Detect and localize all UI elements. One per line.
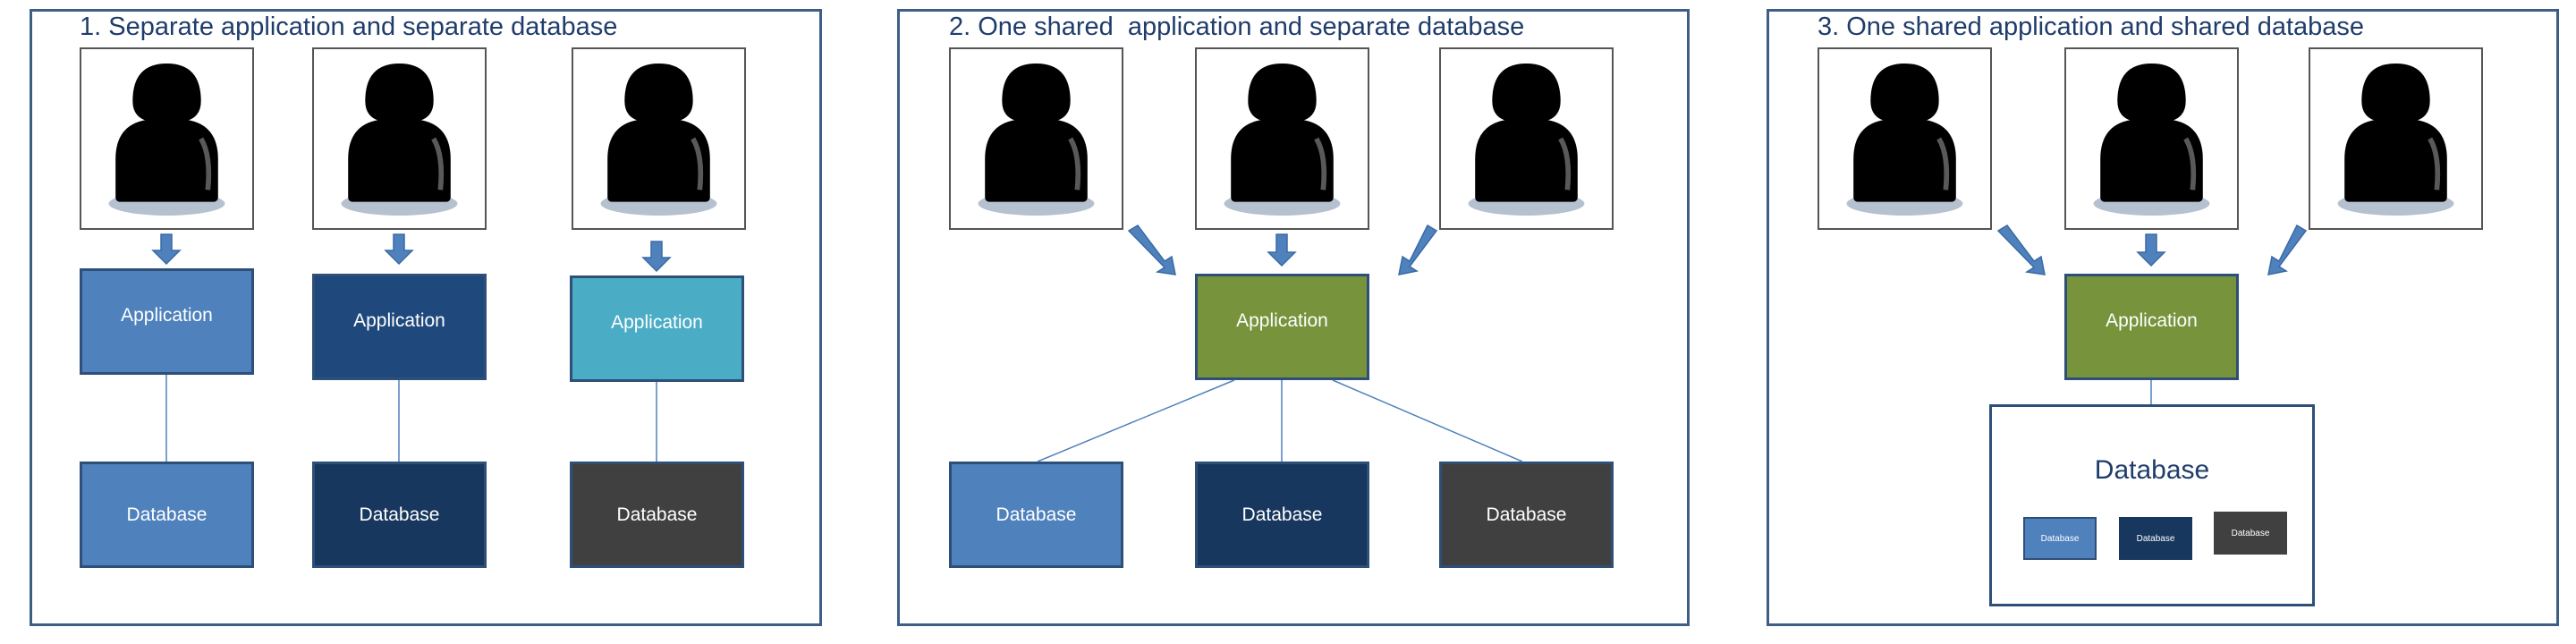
database-mini-box: Database — [2023, 517, 2097, 560]
user-card-red — [949, 47, 1123, 230]
database-box: Database — [80, 462, 254, 568]
user-card-red — [80, 47, 254, 230]
user-card-teal — [1195, 47, 1369, 230]
panel-1-title: 1. Separate application and separate dat… — [80, 13, 618, 41]
database-box: Database — [570, 462, 744, 568]
red-user-icon — [951, 49, 1122, 228]
green-user-icon — [573, 49, 744, 228]
database-box: Database — [1195, 462, 1369, 568]
teal-user-icon — [314, 49, 485, 228]
teal-user-icon — [2066, 49, 2237, 228]
shared-database-label: Database — [2094, 455, 2210, 485]
application-box: Application — [80, 268, 254, 375]
red-user-icon — [81, 49, 252, 228]
database-mini-box: Database — [2119, 517, 2192, 560]
panel-3-title: 3. One shared application and shared dat… — [1818, 13, 2365, 41]
database-mini-box: Database — [2214, 512, 2287, 555]
user-card-teal — [2064, 47, 2239, 230]
user-card-red — [1818, 47, 1992, 230]
user-card-green — [1439, 47, 1614, 230]
panel-2-title: 2. One shared application and separate d… — [949, 13, 1525, 41]
user-card-green — [572, 47, 746, 230]
shared-database-container: Database — [1989, 404, 2315, 606]
green-user-icon — [1441, 49, 1612, 228]
teal-user-icon — [1197, 49, 1368, 228]
user-card-teal — [312, 47, 487, 230]
shared-application-box: Application — [2064, 274, 2239, 380]
database-box: Database — [1439, 462, 1614, 568]
user-card-green — [2309, 47, 2483, 230]
green-user-icon — [2310, 49, 2481, 228]
red-user-icon — [1819, 49, 1990, 228]
application-box: Application — [570, 275, 744, 382]
database-box: Database — [312, 462, 487, 568]
application-box: Application — [312, 274, 487, 380]
database-box: Database — [949, 462, 1123, 568]
shared-application-box: Application — [1195, 274, 1369, 380]
